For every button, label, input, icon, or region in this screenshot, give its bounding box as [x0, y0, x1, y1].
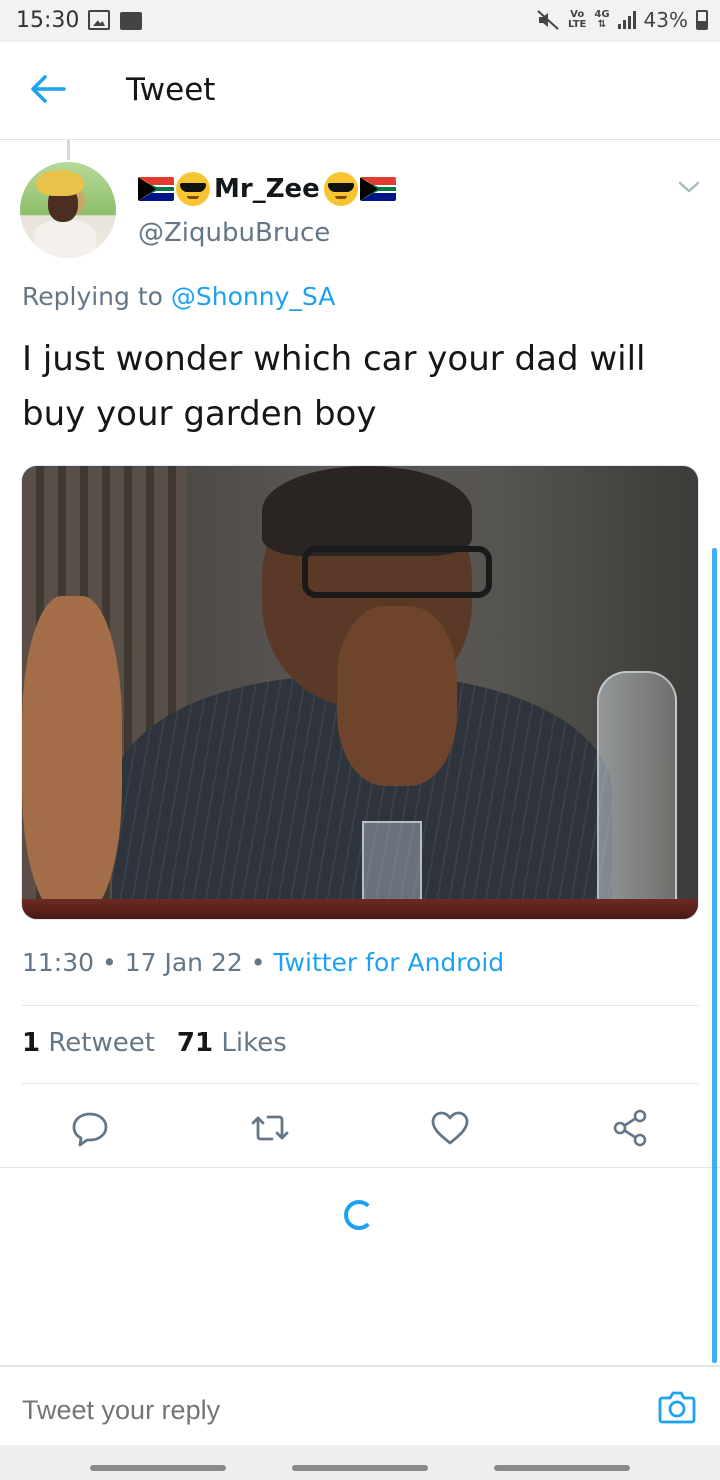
back-arrow-icon[interactable]	[30, 74, 66, 104]
reply-bar	[0, 1365, 720, 1445]
tweet-date: 17 Jan 22	[124, 948, 243, 977]
reply-button[interactable]	[68, 1106, 112, 1150]
status-bar: 15:30 Vo LTE 4G ⇅ 43%	[0, 0, 720, 42]
likes-stat[interactable]: 71 Likes	[177, 1028, 287, 1058]
display-name: Mr_Zee	[214, 174, 320, 204]
meta-separator: •	[250, 948, 266, 977]
likes-label: Likes	[221, 1028, 287, 1058]
nav-recents-button[interactable]	[90, 1465, 226, 1471]
replying-to-mention[interactable]: @Shonny_SA	[171, 282, 335, 311]
sunglasses-emoji-icon	[176, 172, 210, 206]
like-button[interactable]	[428, 1106, 472, 1150]
page-title: Tweet	[126, 72, 216, 108]
divider	[22, 1005, 699, 1006]
app-header: Tweet	[0, 42, 720, 140]
divider	[0, 1167, 720, 1168]
avatar[interactable]	[20, 162, 116, 258]
nav-back-button[interactable]	[494, 1465, 630, 1471]
mute-vibrate-icon	[537, 10, 559, 30]
scrollbar[interactable]	[712, 548, 717, 1363]
south-africa-flag-icon	[138, 177, 174, 201]
tweet-actions	[0, 1100, 720, 1160]
likes-count: 71	[176, 1028, 214, 1058]
tweet-text: I just wonder which car your dad will bu…	[22, 339, 646, 434]
volte-indicator: Vo LTE	[568, 9, 587, 30]
share-button[interactable]	[608, 1106, 652, 1150]
signal-icon	[617, 11, 636, 29]
tweet-time: 11:30	[22, 948, 95, 977]
gallery-icon	[88, 10, 110, 30]
status-notification-icons	[88, 10, 142, 30]
nav-home-button[interactable]	[292, 1465, 428, 1471]
battery-percent: 43%	[643, 8, 688, 32]
status-indicators: Vo LTE 4G ⇅ 43%	[536, 8, 708, 32]
tweet-stats: 1 Retweet 71 Likes	[22, 1028, 287, 1058]
chevron-down-icon[interactable]	[676, 178, 702, 196]
divider	[22, 1083, 699, 1084]
heart-icon	[431, 1111, 469, 1145]
sunglasses-emoji-icon	[323, 172, 358, 206]
data-indicator: 4G ⇅	[594, 9, 610, 30]
status-time: 15:30	[16, 8, 80, 33]
system-nav-bar	[0, 1445, 720, 1480]
share-icon	[613, 1109, 647, 1147]
meta-separator: •	[102, 948, 117, 977]
retweet-icon	[251, 1115, 289, 1141]
retweets-count: 1	[22, 1028, 41, 1058]
reply-input[interactable]	[22, 1395, 622, 1426]
author-name-row[interactable]: Mr_Zee	[138, 172, 396, 206]
south-africa-flag-icon	[359, 177, 396, 201]
retweets-stat[interactable]: 1 Retweet	[22, 1028, 155, 1058]
tweet-meta: 11:30 • 17 Jan 22 • Twitter for Android	[22, 948, 504, 977]
tweet-photo[interactable]	[21, 465, 699, 920]
replying-prefix: Replying to	[22, 282, 163, 311]
tweet-source-link[interactable]: Twitter for Android	[273, 948, 504, 977]
battery-icon	[696, 10, 708, 30]
replying-to-line: Replying to @Shonny_SA	[22, 282, 335, 311]
retweets-label: Retweet	[48, 1028, 155, 1058]
notification-icon	[120, 12, 142, 30]
retweet-button[interactable]	[248, 1106, 292, 1150]
user-handle[interactable]: @ZiqubuBruce	[138, 218, 330, 248]
camera-icon[interactable]	[658, 1389, 696, 1425]
thread-line	[67, 140, 70, 160]
reply-icon	[72, 1112, 108, 1147]
loading-spinner-icon	[344, 1200, 374, 1230]
